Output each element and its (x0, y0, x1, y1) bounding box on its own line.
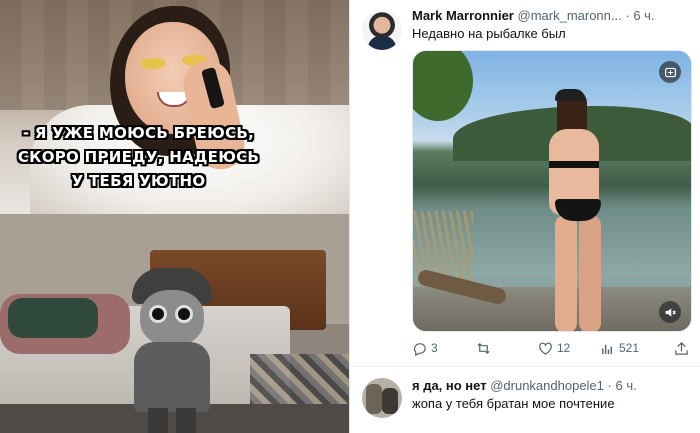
retweet-button[interactable] (476, 338, 495, 358)
reply-text: жопа у тебя братан мое почтение (412, 396, 615, 411)
goblin-body (134, 342, 210, 412)
author-name[interactable]: Mark Marronnier (412, 8, 514, 23)
author-handle[interactable]: @mark_maronn... (518, 8, 622, 23)
views-count: 521 (619, 341, 640, 355)
like-icon (539, 342, 552, 355)
tweet-card[interactable]: Mark Marronnier @mark_maronn... · 6 ч. Н… (350, 0, 700, 433)
reply-icon (413, 342, 426, 356)
person-leg (579, 215, 601, 331)
person-photo (541, 89, 613, 331)
meme-image: - Я УЖЕ МОЮСЬ БРЕЮСЬ, СКОРО ПРИЕДУ, НАДЕ… (0, 0, 349, 433)
views-button[interactable]: 521 (600, 338, 639, 358)
goblin-head (140, 290, 204, 346)
person-leg (555, 215, 577, 331)
caption-line: - Я УЖЕ МОЮСЬ БРЕЮСЬ, (22, 124, 255, 142)
separator-dot: · (625, 8, 630, 23)
tweet-time[interactable]: 6 ч. (633, 8, 654, 23)
blanket (8, 298, 98, 338)
avatar-shirt (368, 36, 396, 50)
share-icon (675, 341, 688, 355)
like-count: 12 (557, 341, 571, 355)
mute-icon[interactable] (659, 301, 681, 323)
avatar-figure (366, 384, 382, 414)
person-top (549, 161, 599, 168)
gif-badge-icon[interactable] (659, 61, 681, 83)
eye-patch-left (140, 58, 166, 69)
goblin-legs (148, 408, 196, 433)
goblin-eye (178, 308, 190, 320)
tweet-actions: 3 12 521 (412, 338, 692, 358)
tweet-text: Недавно на рыбалке был (412, 26, 566, 41)
reply-author-handle[interactable]: @drunkandhopele1 (490, 378, 604, 393)
separator-dot: · (607, 378, 612, 393)
tree (413, 51, 473, 121)
goblin-figure (126, 268, 218, 433)
meme-bottom-panel (0, 214, 349, 433)
goblin-eye (152, 308, 164, 320)
caption-line: СКОРО ПРИЕДУ, НАДЕЮСЬ (17, 148, 260, 166)
caption-line: У ТЕБЯ УЮТНО (71, 172, 206, 190)
tweet-header: Mark Marronnier @mark_maronn... · 6 ч. (412, 8, 655, 24)
person-cap (555, 89, 585, 101)
meme-caption: - Я УЖЕ МОЮСЬ БРЕЮСЬ, СКОРО ПРИЕДУ, НАДЕ… (6, 121, 271, 193)
meme-top-panel: - Я УЖЕ МОЮСЬ БРЕЮСЬ, СКОРО ПРИЕДУ, НАДЕ… (0, 0, 349, 214)
reply-button[interactable]: 3 (412, 338, 438, 358)
reply-divider (350, 366, 700, 367)
avatar-figure (382, 388, 398, 414)
retweet-icon (477, 342, 490, 354)
reply-count: 3 (431, 341, 438, 355)
share-button[interactable] (674, 338, 689, 358)
reply-time[interactable]: 6 ч. (616, 378, 637, 393)
author-avatar[interactable] (362, 10, 402, 50)
reply-author-name[interactable]: я да, но нет (412, 378, 487, 393)
views-icon (602, 344, 612, 354)
like-button[interactable]: 12 (538, 338, 570, 358)
reply-author-avatar[interactable] (362, 378, 402, 418)
tweet-media[interactable] (412, 50, 692, 332)
reply-header: я да, но нет @drunkandhopele1 · 6 ч. (412, 378, 637, 394)
